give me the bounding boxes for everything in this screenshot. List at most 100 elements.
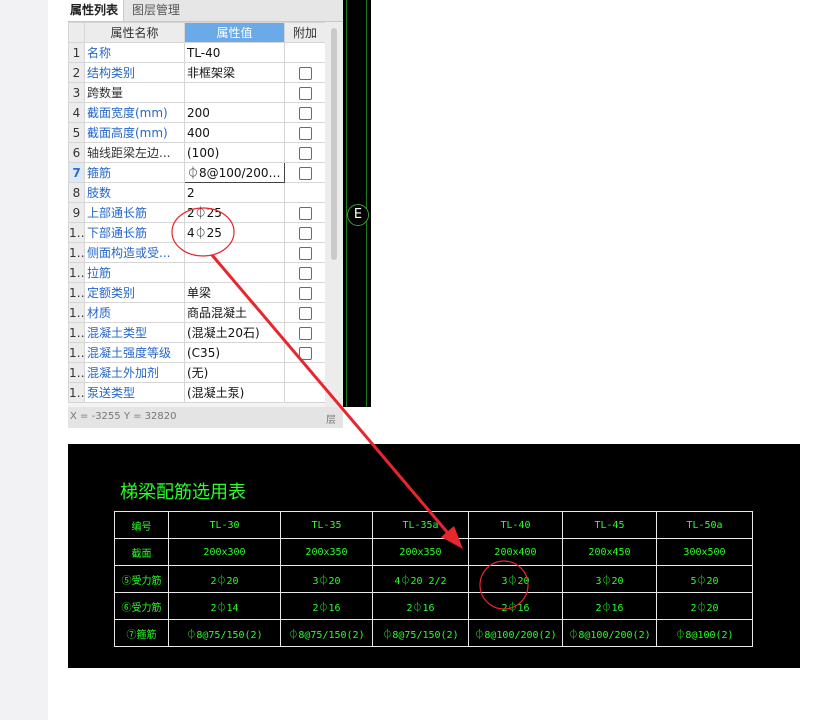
property-value[interactable]: (C35) — [184, 342, 285, 363]
property-name: 结构类别 — [84, 62, 185, 83]
property-value[interactable]: (100) — [184, 142, 285, 163]
property-value[interactable] — [184, 82, 285, 103]
property-value[interactable] — [184, 242, 285, 263]
property-value[interactable]: (无) — [184, 362, 285, 383]
property-value[interactable]: (混凝土泵) — [184, 382, 285, 403]
property-row[interactable]: 12 拉筋 — [68, 262, 326, 283]
property-name: 上部通长筋 — [84, 202, 185, 223]
extra-checkbox-cell — [284, 162, 326, 183]
property-row[interactable]: 1 名称 TL-40 — [68, 42, 326, 63]
property-value[interactable]: 2⏀25 — [184, 202, 285, 223]
extra-checkbox[interactable] — [298, 166, 312, 180]
property-row[interactable]: 8 肢数 2 — [68, 182, 326, 203]
row-number-header — [68, 22, 85, 43]
rebar-table-cell: 2⏀16 — [372, 592, 469, 620]
vertical-scrollbar-thumb[interactable] — [331, 28, 337, 260]
property-value[interactable]: 非框架梁 — [184, 62, 285, 83]
property-row[interactable]: 16 混凝土强度等级 (C35) — [68, 342, 326, 363]
property-row[interactable]: 13 定额类别 单梁 — [68, 282, 326, 303]
row-number: 12 — [68, 262, 85, 283]
rebar-table-cell: 截面 — [114, 538, 169, 566]
property-row[interactable]: 4 截面宽度(mm) 200 — [68, 102, 326, 123]
property-value[interactable]: 商品混凝土 — [184, 302, 285, 323]
row-number: 3 — [68, 82, 85, 103]
property-grid-header: 属性名称 属性值 附加 — [68, 22, 326, 43]
extra-checkbox[interactable] — [298, 66, 312, 80]
rebar-table-cell: ⑦箍筋 — [114, 619, 169, 647]
rebar-table-header-cell: 编号 — [114, 511, 169, 539]
extra-checkbox[interactable] — [298, 346, 312, 360]
rebar-selection-table: 编号 TL-30 TL-35 TL-35a TL-40 TL-45 TL-50a 截面 200x… — [114, 511, 753, 647]
row-number: 14 — [68, 302, 85, 323]
rebar-table-cell: 4⏀20 2/2 — [372, 565, 469, 593]
axis-label-bubble: E — [347, 204, 369, 226]
tab-layer-management[interactable]: 图层管理 — [130, 0, 194, 21]
extra-checkbox-cell — [284, 302, 326, 323]
tab-property-list[interactable]: 属性列表 — [68, 0, 124, 21]
rebar-table-cell: 2⏀16 — [562, 592, 657, 620]
property-name: 材质 — [84, 302, 185, 323]
property-value[interactable]: 400 — [184, 122, 285, 143]
row-number: 9 — [68, 202, 85, 223]
row-number: 15 — [68, 322, 85, 343]
property-row[interactable]: 11 侧面构造或受... — [68, 242, 326, 263]
extra-checkbox[interactable] — [298, 326, 312, 340]
row-number: 6 — [68, 142, 85, 163]
extra-checkbox[interactable] — [298, 246, 312, 260]
extra-checkbox[interactable] — [298, 126, 312, 140]
rebar-table-header-cell: TL-35 — [280, 511, 373, 539]
extra-checkbox[interactable] — [298, 226, 312, 240]
property-row[interactable]: 3 跨数量 — [68, 82, 326, 103]
extra-checkbox-cell — [284, 242, 326, 263]
extra-checkbox[interactable] — [298, 106, 312, 120]
property-grid: 属性名称 属性值 附加 1 名称 TL-40 2 结构类别 非框架梁 3 跨数量 4 截面宽度(m… — [68, 22, 326, 403]
extra-checkbox[interactable] — [298, 306, 312, 320]
rebar-table-header-cell: TL-30 — [168, 511, 281, 539]
property-row[interactable]: 5 截面高度(mm) 400 — [68, 122, 326, 143]
extra-checkbox-cell — [284, 262, 326, 283]
rebar-table-cell: 200x300 — [168, 538, 281, 566]
rebar-table-cell: ⑥受力筋 — [114, 592, 169, 620]
extra-checkbox[interactable] — [298, 86, 312, 100]
property-row[interactable]: 2 结构类别 非框架梁 — [68, 62, 326, 83]
property-value[interactable]: TL-40 — [184, 42, 285, 63]
rebar-table-header-row: 编号 TL-30 TL-35 TL-35a TL-40 TL-45 TL-50a — [114, 511, 753, 539]
property-row[interactable]: 15 混凝土类型 (混凝土20石) — [68, 322, 326, 343]
rebar-table-cell: ⏀8@100/200(2) — [468, 619, 563, 647]
extra-checkbox[interactable] — [298, 146, 312, 160]
rebar-table-row: ⑤受力筋 2⏀20 3⏀20 4⏀20 2/2 3⏀20 3⏀20 5⏀20 — [114, 565, 753, 593]
property-row[interactable]: 18 泵送类型 (混凝土泵) — [68, 382, 326, 403]
floor-height-label: 层高 — [326, 415, 336, 426]
property-value[interactable]: (混凝土20石) — [184, 322, 285, 343]
rebar-table-cell: 3⏀20 — [280, 565, 373, 593]
property-value[interactable] — [184, 262, 285, 283]
cad-drawing: 梯梁配筋选用表 编号 TL-30 TL-35 TL-35a TL-40 TL-45 TL-5… — [68, 444, 800, 668]
rebar-table-cell: 2⏀20 — [656, 592, 753, 620]
rebar-table-cell: ⏀8@75/150(2) — [372, 619, 469, 647]
rebar-table-cell: 2⏀16 — [468, 592, 563, 620]
row-number: 4 — [68, 102, 85, 123]
extra-checkbox[interactable] — [298, 286, 312, 300]
extra-checkbox[interactable] — [298, 206, 312, 220]
property-row[interactable]: 7 箍筋 ⏀8@100/200(2) — [68, 162, 326, 183]
property-value[interactable]: 200 — [184, 102, 285, 123]
rebar-table-cell: 200x400 — [468, 538, 563, 566]
rebar-table-cell: 200x450 — [562, 538, 657, 566]
property-name: 轴线距梁左边... — [84, 142, 185, 163]
property-value-header[interactable]: 属性值 — [184, 22, 285, 43]
vertical-scrollbar[interactable] — [325, 22, 343, 408]
rebar-table-cell: 2⏀20 — [168, 565, 281, 593]
property-value[interactable]: ⏀8@100/200(2) — [184, 162, 285, 183]
property-value[interactable]: 4⏀25 — [184, 222, 285, 243]
rebar-table-cell: ⑤受力筋 — [114, 565, 169, 593]
property-value[interactable]: 单梁 — [184, 282, 285, 303]
row-number: 17 — [68, 362, 85, 383]
property-row[interactable]: 14 材质 商品混凝土 — [68, 302, 326, 323]
extra-checkbox[interactable] — [298, 266, 312, 280]
property-value[interactable]: 2 — [184, 182, 285, 203]
property-row[interactable]: 10 下部通长筋 4⏀25 — [68, 222, 326, 243]
property-name: 箍筋 — [84, 162, 185, 183]
property-row[interactable]: 9 上部通长筋 2⏀25 — [68, 202, 326, 223]
property-row[interactable]: 6 轴线距梁左边... (100) — [68, 142, 326, 163]
property-row[interactable]: 17 混凝土外加剂 (无) — [68, 362, 326, 383]
